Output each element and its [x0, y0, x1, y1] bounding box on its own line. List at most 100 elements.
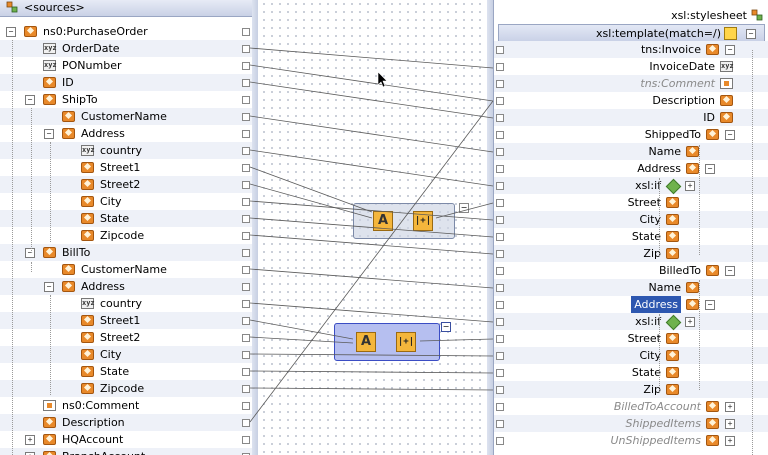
connector-port[interactable] [242, 79, 250, 87]
collapse-toggle-icon[interactable]: − [725, 45, 735, 55]
connector-port[interactable] [242, 283, 250, 291]
collapse-function-group-icon[interactable]: − [459, 203, 469, 213]
connector-port[interactable] [496, 233, 504, 241]
connector-port[interactable] [496, 369, 504, 377]
target-node[interactable]: City [494, 211, 768, 228]
source-node[interactable]: xyz OrderDate [0, 40, 252, 57]
target-node[interactable]: Name [494, 143, 768, 160]
connector-port[interactable] [242, 130, 250, 138]
target-tree-panel[interactable]: xsl:stylesheet xsl:template(match=/) − −… [493, 0, 768, 455]
source-node[interactable]: ns0:Comment [0, 397, 252, 414]
source-node[interactable]: − Address [0, 125, 252, 142]
connector-port[interactable] [242, 198, 250, 206]
collapse-toggle-icon[interactable]: − [705, 300, 715, 310]
collapse-toggle-icon[interactable]: − [6, 27, 16, 37]
connector-port[interactable] [242, 368, 250, 376]
connector-port[interactable] [496, 318, 504, 326]
connector-port[interactable] [242, 164, 250, 172]
connector-port[interactable] [496, 148, 504, 156]
connector-port[interactable] [242, 249, 250, 257]
expand-toggle-icon[interactable]: + [725, 436, 735, 446]
target-node[interactable]: − BilledTo [494, 262, 768, 279]
target-node[interactable]: − Address [494, 160, 768, 177]
target-node[interactable]: Name [494, 279, 768, 296]
target-node[interactable]: Zip [494, 245, 768, 262]
collapse-toggle-icon[interactable]: − [25, 248, 35, 258]
connector-port[interactable] [496, 335, 504, 343]
connector-port[interactable] [496, 131, 504, 139]
connector-port[interactable] [242, 266, 250, 274]
target-node[interactable]: − tns:Invoice [494, 41, 768, 58]
source-node[interactable]: City [0, 346, 252, 363]
connector-port[interactable] [242, 385, 250, 393]
source-node[interactable]: CustomerName [0, 261, 252, 278]
source-node[interactable]: Street2 [0, 329, 252, 346]
source-node[interactable]: xyz country [0, 142, 252, 159]
connector-port[interactable] [242, 181, 250, 189]
connector-port[interactable] [496, 403, 504, 411]
string-join-function-icon[interactable]: |+| [396, 332, 416, 352]
target-node[interactable]: − ShippedTo [494, 126, 768, 143]
source-node[interactable]: ID [0, 74, 252, 91]
connector-port[interactable] [496, 80, 504, 88]
collapse-toggle-icon[interactable]: − [725, 266, 735, 276]
connector-port[interactable] [496, 250, 504, 258]
source-node[interactable]: Street2 [0, 176, 252, 193]
target-node[interactable]: + BilledToAccount [494, 398, 768, 415]
target-node[interactable]: State [494, 364, 768, 381]
expand-toggle-icon[interactable]: + [725, 402, 735, 412]
connector-port[interactable] [242, 215, 250, 223]
connector-port[interactable] [242, 113, 250, 121]
target-node[interactable]: − Address [494, 296, 768, 313]
source-node[interactable]: State [0, 210, 252, 227]
connector-port[interactable] [496, 386, 504, 394]
target-node[interactable]: State [494, 228, 768, 245]
connector-port[interactable] [242, 300, 250, 308]
source-tree-panel[interactable]: <sources> − ns0:PurchaseOrder xyz OrderDate… [0, 0, 253, 455]
expand-toggle-icon[interactable]: + [685, 181, 695, 191]
mapping-canvas[interactable]: A |+| − A |+| − [252, 0, 493, 455]
connector-port[interactable] [242, 402, 250, 410]
connector-port[interactable] [496, 437, 504, 445]
connector-port[interactable] [242, 147, 250, 155]
connector-port[interactable] [496, 114, 504, 122]
stylesheet-row[interactable]: xsl:stylesheet [494, 7, 768, 24]
source-node[interactable]: Street1 [0, 312, 252, 329]
concat-function-icon[interactable]: A [356, 332, 376, 352]
source-node[interactable]: − BillTo [0, 244, 252, 261]
connector-port[interactable] [496, 352, 504, 360]
target-node[interactable]: City [494, 347, 768, 364]
target-node[interactable]: Description [494, 92, 768, 109]
collapse-toggle-icon[interactable]: − [725, 130, 735, 140]
connector-port[interactable] [496, 216, 504, 224]
source-node[interactable]: Street1 [0, 159, 252, 176]
expand-toggle-icon[interactable]: + [685, 317, 695, 327]
connector-port[interactable] [242, 62, 250, 70]
target-node[interactable]: + xsl:if [494, 313, 768, 331]
connector-port[interactable] [496, 284, 504, 292]
source-node[interactable]: CustomerName [0, 108, 252, 125]
source-node[interactable]: xyz PONumber [0, 57, 252, 74]
source-node[interactable]: +BranchAccount [0, 448, 252, 455]
collapse-toggle-icon[interactable]: − [44, 129, 54, 139]
connector-port[interactable] [496, 182, 504, 190]
source-node[interactable]: − ShipTo [0, 91, 252, 108]
source-node[interactable]: State [0, 363, 252, 380]
target-node[interactable]: Street [494, 330, 768, 347]
connector-port[interactable] [242, 436, 250, 444]
connector-port[interactable] [496, 301, 504, 309]
function-group-billto[interactable]: A |+| − [334, 322, 451, 361]
connector-port[interactable] [496, 46, 504, 54]
source-node[interactable]: xyz country [0, 295, 252, 312]
connector-port[interactable] [242, 334, 250, 342]
source-node[interactable]: − Address [0, 278, 252, 295]
source-node[interactable]: City [0, 193, 252, 210]
collapse-toggle-icon[interactable]: − [746, 29, 756, 39]
target-node[interactable]: + UnShippedItems [494, 432, 768, 449]
source-node[interactable]: Description [0, 414, 252, 431]
connector-port[interactable] [496, 420, 504, 428]
source-node[interactable]: + HQAccount [0, 431, 252, 448]
target-node[interactable]: + ShippedItems [494, 415, 768, 432]
target-node[interactable]: Zip [494, 381, 768, 398]
connector-port[interactable] [242, 317, 250, 325]
